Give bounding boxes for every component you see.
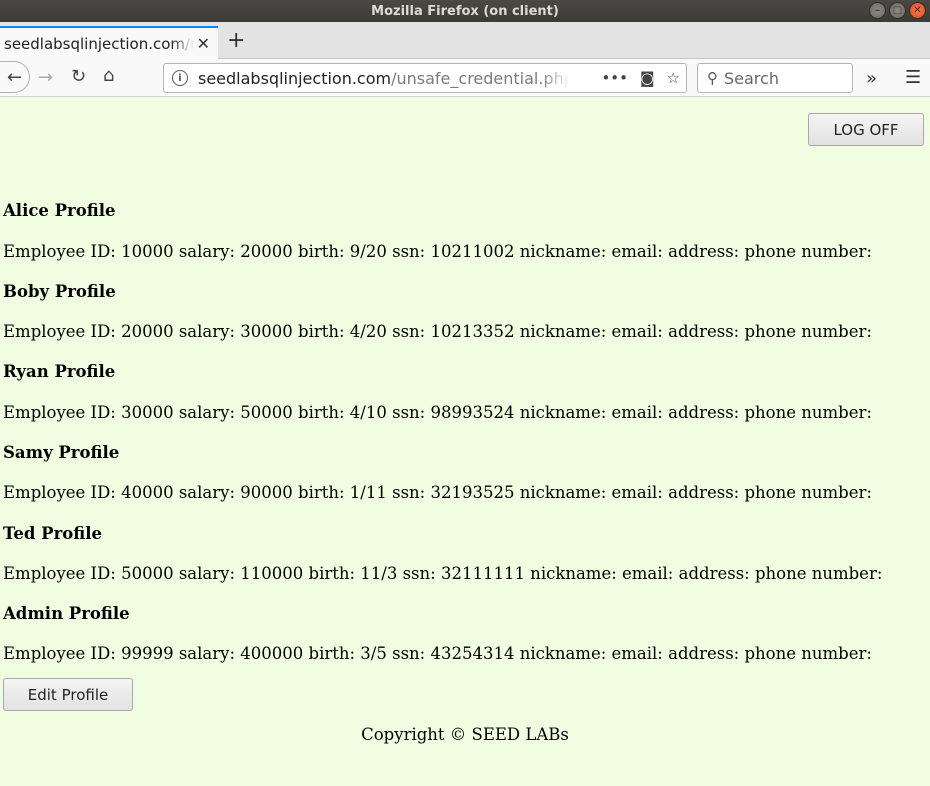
tab-strip: seedlabsqlinjection.com/unsafe_credentia… <box>0 22 930 59</box>
back-arrow-icon[interactable]: ← <box>0 61 30 93</box>
pocket-icon[interactable]: ◙ <box>640 69 655 87</box>
search-placeholder: Search <box>724 68 779 88</box>
profile-heading: Alice Profile <box>3 201 116 220</box>
log-off-button[interactable]: LOG OFF <box>808 113 924 146</box>
edit-profile-button[interactable]: Edit Profile <box>3 678 133 711</box>
home-icon[interactable]: ⌂ <box>103 67 114 85</box>
url-bar[interactable]: i seedlabsqlinjection.com/unsafe_credent… <box>163 63 687 93</box>
bookmark-star-icon[interactable]: ☆ <box>667 69 680 87</box>
profile-details: Employee ID: 50000 salary: 110000 birth:… <box>3 564 883 583</box>
minimize-icon[interactable]: – <box>869 2 886 19</box>
profile-heading: Ryan Profile <box>3 362 116 381</box>
site-info-icon[interactable]: i <box>172 70 188 86</box>
profile-details: Employee ID: 20000 salary: 30000 birth: … <box>3 322 872 341</box>
overflow-chevron-icon[interactable]: » <box>866 68 877 89</box>
close-window-icon[interactable]: ✕ <box>909 2 926 19</box>
tab-title: seedlabsqlinjection.com/unsafe_credentia… <box>4 34 194 53</box>
profile-heading: Samy Profile <box>3 443 120 462</box>
hamburger-menu-icon[interactable]: ☰ <box>905 67 921 88</box>
close-tab-icon[interactable]: ✕ <box>197 34 210 53</box>
window-titlebar: Mozilla Firefox (on client) – ▢ ✕ <box>0 0 930 22</box>
profile-details: Employee ID: 30000 salary: 50000 birth: … <box>3 403 872 422</box>
maximize-icon[interactable]: ▢ <box>889 2 906 19</box>
profile-heading: Admin Profile <box>3 604 130 623</box>
browser-tab[interactable]: seedlabsqlinjection.com/unsafe_credentia… <box>0 26 218 59</box>
page-actions-icon[interactable]: ••• <box>601 69 628 87</box>
url-host: seedlabsqlinjection.com <box>198 68 392 88</box>
profile-heading: Ted Profile <box>3 524 103 543</box>
profile-details: Employee ID: 99999 salary: 400000 birth:… <box>3 644 872 663</box>
reload-icon[interactable]: ↻ <box>71 68 86 86</box>
copyright-footer: Copyright © SEED LABs <box>361 725 569 744</box>
profile-details: Employee ID: 40000 salary: 90000 birth: … <box>3 483 872 502</box>
search-input[interactable]: ⚲ Search <box>697 63 853 93</box>
page-content: LOG OFF Alice Profile Employee ID: 10000… <box>0 98 930 786</box>
url-path: /unsafe_credential.php?E <box>391 68 570 88</box>
search-icon: ⚲ <box>707 69 718 87</box>
window-controls: – ▢ ✕ <box>869 2 926 19</box>
profile-details: Employee ID: 10000 salary: 20000 birth: … <box>3 242 872 261</box>
window-title: Mozilla Firefox (on client) <box>371 3 559 19</box>
navigation-toolbar: ← → ↻ ⌂ i seedlabsqlinjection.com/unsafe… <box>0 59 930 97</box>
new-tab-icon[interactable]: + <box>227 28 245 53</box>
url-actions: ••• ◙ ☆ <box>601 69 680 87</box>
url-text[interactable]: seedlabsqlinjection.com/unsafe_credentia… <box>198 69 570 88</box>
profile-heading: Boby Profile <box>3 282 116 301</box>
forward-arrow-icon[interactable]: → <box>38 69 53 87</box>
